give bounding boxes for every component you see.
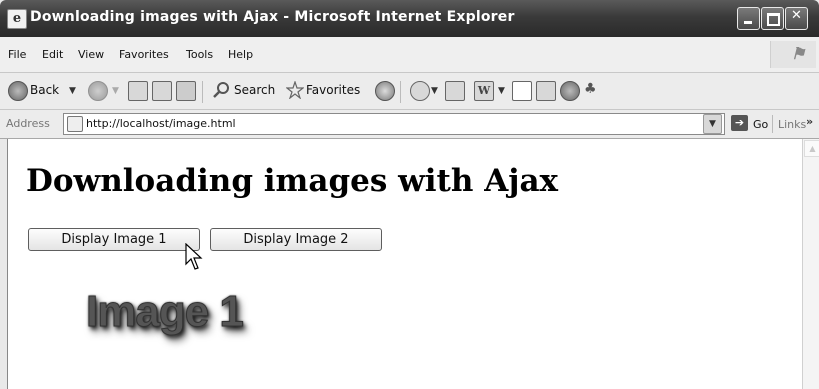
forward-icon[interactable] — [88, 81, 108, 101]
menu-favorites[interactable]: Favorites — [119, 48, 169, 61]
refresh-icon[interactable] — [152, 81, 172, 101]
menu-edit[interactable]: Edit — [42, 48, 63, 61]
menu-view[interactable]: View — [78, 48, 104, 61]
go-arrow-icon[interactable]: ➔ — [731, 115, 748, 131]
windows-logo-icon: ⚑ — [770, 41, 816, 68]
page-heading: Downloading images with Ajax — [26, 163, 559, 199]
research-icon[interactable] — [536, 81, 556, 101]
mail-icon[interactable] — [410, 81, 430, 101]
word-dropdown-icon[interactable]: ▼ — [498, 86, 505, 96]
back-dropdown-icon[interactable]: ▼ — [69, 86, 76, 96]
page-icon — [67, 116, 83, 132]
title-bar[interactable]: e Downloading images with Ajax - Microso… — [0, 0, 819, 37]
menu-tools[interactable]: Tools — [186, 48, 213, 61]
display-image-1-button[interactable]: Display Image 1 — [28, 228, 200, 251]
window-title: Downloading images with Ajax - Microsoft… — [30, 9, 515, 25]
go-button[interactable]: Go — [753, 118, 768, 131]
mail-dropdown-icon[interactable]: ▼ — [431, 86, 438, 96]
menu-bar: File Edit View Favorites Tools Help — [0, 37, 819, 73]
menu-help[interactable]: Help — [228, 48, 253, 61]
links-separator — [772, 115, 773, 133]
search-button[interactable]: Search — [234, 83, 275, 97]
maximize-button[interactable] — [761, 7, 784, 30]
ie-plugin-icon[interactable]: ♣ — [584, 81, 602, 99]
word-icon[interactable]: W — [474, 81, 494, 101]
history-icon[interactable] — [375, 81, 395, 101]
toolbar-separator — [202, 81, 203, 103]
forward-dropdown-icon[interactable]: ▼ — [112, 86, 119, 96]
menu-file[interactable]: File — [8, 48, 26, 61]
stop-icon[interactable] — [128, 81, 148, 101]
back-button[interactable]: Back — [30, 83, 59, 97]
page-content: Downloading images with Ajax Display Ima… — [7, 139, 803, 389]
links-button[interactable]: Links — [778, 118, 806, 131]
mouse-cursor-icon — [185, 243, 203, 270]
discuss-icon[interactable] — [512, 81, 532, 101]
vertical-scrollbar[interactable]: ▲ — [802, 139, 819, 389]
browser-window: e Downloading images with Ajax - Microso… — [0, 0, 819, 389]
address-input[interactable]: http://localhost/image.html — [63, 113, 725, 135]
close-button[interactable]: ✕ — [785, 7, 808, 30]
print-icon[interactable] — [445, 81, 465, 101]
scroll-up-icon[interactable]: ▲ — [804, 140, 819, 157]
messenger-icon[interactable] — [560, 81, 580, 101]
home-icon[interactable] — [176, 81, 196, 101]
toolbar: Back ▼ ▼ Search Favorites ▼ W ▼ ♣ — [0, 73, 819, 110]
display-image-2-button[interactable]: Display Image 2 — [210, 228, 382, 251]
search-icon[interactable] — [212, 81, 230, 99]
links-chevron-icon[interactable]: » — [806, 115, 813, 128]
address-bar: Address http://localhost/image.html ▼ ➔ … — [0, 110, 819, 139]
address-url[interactable]: http://localhost/image.html — [86, 117, 236, 130]
ie-app-icon[interactable]: e — [7, 9, 27, 29]
address-label: Address — [6, 117, 50, 130]
displayed-image: Image 1 — [86, 287, 245, 337]
toolbar-separator — [400, 81, 401, 103]
favorites-button[interactable]: Favorites — [306, 83, 360, 97]
address-dropdown-icon[interactable]: ▼ — [703, 114, 722, 134]
favorites-star-icon[interactable] — [286, 81, 304, 99]
minimize-button[interactable] — [737, 7, 760, 30]
back-icon[interactable] — [8, 81, 28, 101]
